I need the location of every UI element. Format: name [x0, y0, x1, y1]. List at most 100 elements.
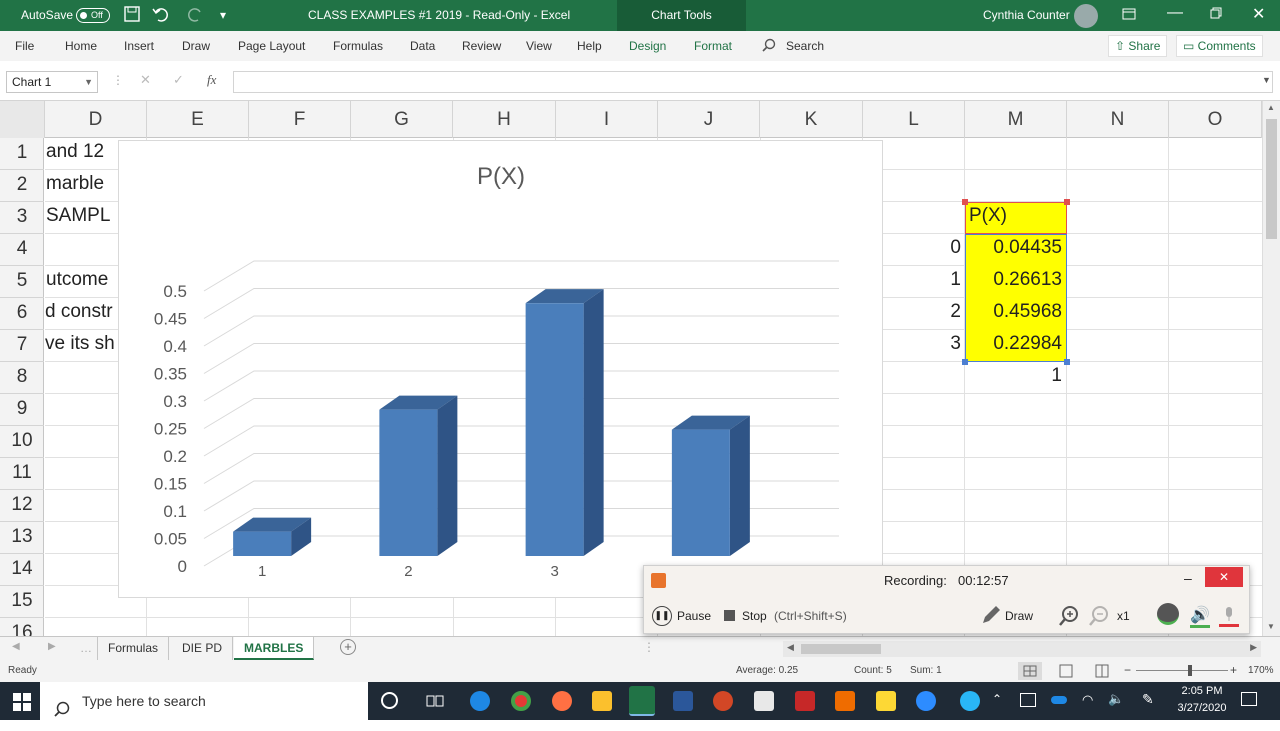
- cell-m4[interactable]: 0.04435: [969, 237, 1062, 259]
- zoom-slider-thumb[interactable]: [1188, 665, 1192, 676]
- cell-d5[interactable]: utcome: [46, 269, 118, 291]
- microphone-icon[interactable]: [1219, 605, 1239, 627]
- file-explorer-icon[interactable]: [592, 691, 612, 711]
- save-icon[interactable]: [124, 6, 140, 25]
- acrobat-icon[interactable]: [795, 691, 815, 711]
- page-break-preview-icon[interactable]: [1092, 662, 1112, 683]
- column-header-k[interactable]: K: [760, 101, 863, 138]
- bar[interactable]: [233, 531, 292, 556]
- tab-home[interactable]: Home: [65, 39, 97, 53]
- row-header[interactable]: 6: [0, 298, 44, 330]
- status-sum[interactable]: Sum: 1: [910, 665, 942, 676]
- column-header-h[interactable]: H: [453, 101, 556, 138]
- insert-function-icon[interactable]: fx: [207, 72, 216, 88]
- chrome-icon[interactable]: [511, 691, 531, 711]
- row-header[interactable]: 2: [0, 170, 44, 202]
- cell-m5[interactable]: 0.26613: [969, 269, 1062, 291]
- screen-recorder-taskbar-icon[interactable]: [835, 691, 855, 711]
- tab-file[interactable]: File: [15, 39, 34, 53]
- system-audio-icon[interactable]: 🔊: [1190, 605, 1210, 628]
- row-header[interactable]: 10: [0, 426, 44, 458]
- cell-d7[interactable]: ve its sh: [45, 333, 117, 355]
- wifi-icon[interactable]: ◠: [1082, 692, 1093, 708]
- pause-icon[interactable]: ❚❚: [652, 606, 672, 626]
- scrollbar-thumb[interactable]: [1266, 119, 1277, 239]
- row-header[interactable]: 15: [0, 586, 44, 618]
- column-header-g[interactable]: G: [351, 101, 453, 138]
- tab-format[interactable]: Format: [694, 39, 732, 53]
- vertical-scrollbar[interactable]: ▲ ▼: [1262, 101, 1280, 636]
- cell-l5[interactable]: 1: [945, 269, 961, 291]
- zoom-in-magnifier-icon[interactable]: [1058, 605, 1080, 630]
- stop-button[interactable]: Stop: [742, 609, 767, 623]
- row-header[interactable]: 9: [0, 394, 44, 426]
- tab-draw[interactable]: Draw: [182, 39, 210, 53]
- status-average[interactable]: Average: 0.25: [736, 665, 798, 676]
- recorder-close-icon[interactable]: ✕: [1205, 567, 1243, 587]
- help-icon[interactable]: [960, 691, 980, 711]
- row-header[interactable]: 5: [0, 266, 44, 298]
- row-header[interactable]: 3: [0, 202, 44, 234]
- close-window-icon[interactable]: ✕: [1252, 4, 1265, 24]
- next-sheet-icon[interactable]: ▶: [48, 641, 56, 652]
- cell-d3[interactable]: SAMPL: [46, 205, 118, 227]
- cancel-icon[interactable]: ✕: [140, 72, 151, 88]
- webcam-icon[interactable]: [1157, 603, 1179, 625]
- name-box-dropdown-icon[interactable]: ▼: [84, 72, 93, 92]
- row-header[interactable]: 11: [0, 458, 44, 490]
- cell-m3[interactable]: P(X): [969, 205, 1065, 227]
- bar[interactable]: [379, 409, 438, 556]
- tab-view[interactable]: View: [526, 39, 552, 53]
- word-icon[interactable]: [673, 691, 693, 711]
- expand-formula-bar-icon[interactable]: ▼: [1262, 75, 1271, 85]
- minimize-icon[interactable]: —: [1167, 4, 1183, 22]
- bar-side[interactable]: [437, 395, 458, 556]
- cortana-icon[interactable]: [381, 692, 398, 709]
- user-name[interactable]: Cynthia Counter: [983, 8, 1070, 22]
- clock-date[interactable]: 3/27/2020: [1172, 702, 1232, 714]
- ribbon-display-options-icon[interactable]: [1122, 8, 1136, 23]
- task-view-icon[interactable]: [426, 692, 444, 715]
- selection-handle[interactable]: [962, 359, 968, 365]
- column-header-d[interactable]: D: [45, 101, 147, 138]
- user-avatar[interactable]: [1074, 4, 1098, 28]
- pencil-icon[interactable]: [980, 604, 1002, 629]
- column-header-j[interactable]: J: [658, 101, 760, 138]
- scroll-down-icon[interactable]: ▼: [1267, 622, 1275, 631]
- row-header[interactable]: 13: [0, 522, 44, 554]
- row-header[interactable]: 8: [0, 362, 44, 394]
- comments-button[interactable]: ▭ Comments: [1176, 35, 1263, 57]
- column-header-i[interactable]: I: [556, 101, 658, 138]
- draw-button[interactable]: Draw: [1005, 609, 1033, 623]
- cell-m6[interactable]: 0.45968: [969, 301, 1062, 323]
- horizontal-scroll-thumb[interactable]: [801, 644, 881, 654]
- bar-side[interactable]: [729, 415, 750, 556]
- row-header[interactable]: 7: [0, 330, 44, 362]
- row-header[interactable]: 1: [0, 138, 44, 170]
- enter-icon[interactable]: ✓: [173, 72, 184, 88]
- tray-app-icon[interactable]: [1020, 693, 1036, 707]
- zoom-in-icon[interactable]: +: [1230, 663, 1237, 677]
- cell-d1[interactable]: and 12: [46, 141, 118, 163]
- zoom-slider[interactable]: [1136, 670, 1228, 671]
- cell-l6[interactable]: 2: [945, 301, 961, 323]
- cell-l7[interactable]: 3: [945, 333, 961, 355]
- column-header-n[interactable]: N: [1067, 101, 1169, 138]
- windows-start-icon[interactable]: [13, 693, 31, 716]
- pen-workspace-icon[interactable]: ✎: [1142, 691, 1154, 708]
- selection-handle[interactable]: [962, 199, 968, 205]
- show-hidden-icons-icon[interactable]: ⌃: [992, 692, 1002, 706]
- row-header[interactable]: 4: [0, 234, 44, 266]
- firefox-icon[interactable]: [552, 691, 572, 711]
- zoom-app-icon[interactable]: [916, 691, 936, 711]
- ribbon-search[interactable]: Search: [786, 39, 824, 53]
- status-count[interactable]: Count: 5: [854, 665, 892, 676]
- volume-icon[interactable]: 🔈: [1108, 691, 1124, 707]
- sheet-tab-die-pd[interactable]: DIE PD: [172, 637, 234, 660]
- bar-side[interactable]: [583, 289, 604, 556]
- column-header-f[interactable]: F: [249, 101, 351, 138]
- clock-time[interactable]: 2:05 PM: [1176, 685, 1228, 697]
- scroll-up-icon[interactable]: ▲: [1267, 103, 1275, 112]
- zoom-out-icon[interactable]: −: [1124, 663, 1131, 677]
- column-header-e[interactable]: E: [147, 101, 249, 138]
